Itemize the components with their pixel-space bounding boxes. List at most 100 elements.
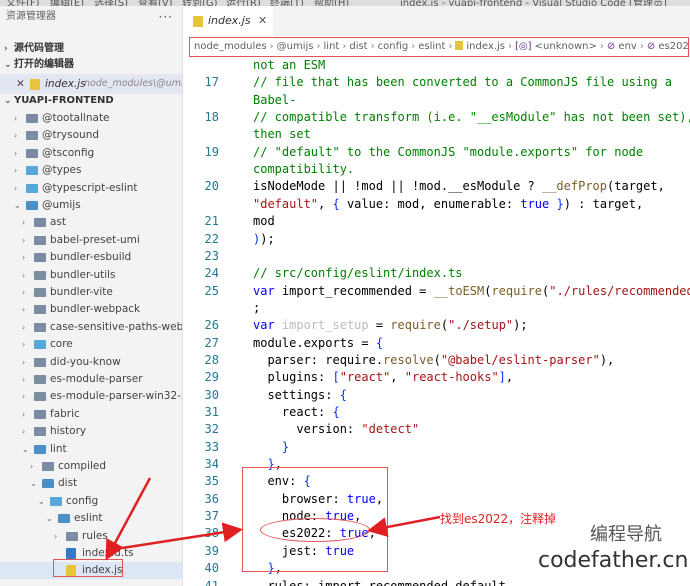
section-project-label: YUAPI-FRONTEND [14, 95, 114, 106]
breadcrumb-item[interactable]: config [378, 41, 409, 52]
chevron-right-icon: › [639, 41, 644, 52]
tree-item[interactable]: › bundler-webpack [0, 301, 182, 318]
tab-index-js[interactable]: index.js ✕ [183, 6, 273, 36]
code-line[interactable]: )); [253, 232, 275, 246]
tree-item[interactable]: › fabric [0, 406, 182, 423]
chevron-down-icon: ⌄ [4, 96, 12, 106]
code-token: { [339, 387, 347, 402]
tree-item[interactable]: ⌄ lint [0, 441, 182, 458]
code-token: "detect" [361, 422, 420, 437]
tree-item[interactable]: › babel-preset-umi [0, 232, 182, 249]
tree-item[interactable]: › @types [0, 162, 182, 179]
code-line[interactable]: var import_recommended = __toESM(require… [253, 284, 690, 298]
tree-item[interactable]: › did-you-know [0, 354, 182, 371]
breadcrumb-item[interactable]: es2022 [658, 41, 688, 52]
section-open-editors[interactable]: ⌄ 打开的编辑器 [0, 56, 182, 74]
tree-item[interactable]: ⌄ eslint [0, 510, 182, 527]
folder-icon [58, 514, 70, 524]
breadcrumb-item[interactable]: index.js [466, 41, 505, 52]
breadcrumb: node_modules › @umijs › lint › dist › config › esl… [189, 37, 689, 57]
breadcrumb-item[interactable]: <unknown> [535, 41, 597, 52]
code-line[interactable]: } [253, 440, 289, 454]
line-number: 26 [204, 318, 219, 333]
close-icon[interactable]: ✕ [16, 74, 25, 94]
breadcrumb-item[interactable]: lint [324, 41, 340, 52]
line-number: 30 [204, 387, 219, 402]
folder-icon [34, 322, 46, 332]
code-token: "react-hooks" [404, 370, 499, 385]
code-line[interactable]: settings: { [253, 388, 347, 402]
tree-item-label: core [50, 338, 73, 351]
breadcrumb-item[interactable]: @umijs [277, 41, 314, 52]
es2022-highlight-ellipse [260, 518, 370, 542]
breadcrumb-item[interactable]: dist [349, 41, 367, 52]
code-line[interactable]: plugins: ["react", "react-hooks"], [253, 370, 513, 384]
code-token: parser: require. [253, 352, 384, 367]
tree-item[interactable]: › bundler-utils [0, 267, 182, 284]
code-line[interactable]: react: { [253, 405, 340, 419]
code-line[interactable]: version: "detect" [253, 422, 419, 436]
line-number: 31 [204, 405, 219, 419]
code-line[interactable]: isNodeMode || !mod || !mod.__esModule ? … [253, 179, 665, 193]
code-token: isNodeMode || !mod || !mod.__esModule ? [253, 179, 542, 194]
more-actions-icon[interactable]: ··· [159, 6, 173, 28]
tree-item-label: history [50, 425, 87, 438]
code-token: ( [433, 352, 441, 367]
tree-item[interactable]: › @typescript-eslint [0, 180, 182, 197]
code-line[interactable]: not an ESM [253, 58, 325, 72]
watermark-url: codefather.cn [538, 548, 689, 573]
breadcrumb-item[interactable]: env [618, 41, 636, 52]
code-line[interactable]: "default", { value: mod, enumerable: tru… [253, 197, 643, 211]
section-project[interactable]: ⌄ YUAPI-FRONTEND [0, 92, 182, 110]
code-line[interactable]: // "default" to the CommonJS "module.exp… [253, 145, 643, 159]
code-line[interactable]: compatibility. [253, 162, 354, 176]
tree-item[interactable]: › case-sensitive-paths-webp... [0, 319, 182, 336]
code-token: compatibility. [253, 162, 355, 177]
tree-item[interactable]: › @tsconfig [0, 145, 182, 162]
code-line[interactable]: var import_setup = require("./setup"); [253, 318, 528, 332]
line-number: 33 [204, 439, 219, 454]
tree-item[interactable]: › rules [0, 528, 182, 545]
code-token: { [375, 335, 384, 350]
code-line[interactable]: // file that has been converted to a Com… [253, 75, 672, 89]
tree-item[interactable]: ⌄ dist [0, 475, 182, 492]
code-line[interactable]: // compatible transform (i.e. "__esModul… [253, 110, 690, 124]
tree-item[interactable]: › @trysound [0, 127, 182, 144]
close-icon[interactable]: ✕ [258, 6, 267, 36]
code-token: { [332, 196, 340, 211]
code-line[interactable]: module.exports = { [253, 336, 383, 350]
code-token: Babel- [253, 92, 297, 107]
code-token: "./rules/recommended" [549, 283, 690, 298]
code-line[interactable]: ; [253, 301, 260, 315]
code-line[interactable]: parser: require.resolve("@babel/eslint-p… [253, 353, 614, 367]
code-line[interactable]: mod [253, 214, 275, 228]
chevron-right-icon: › [411, 41, 416, 52]
tree-item[interactable]: › @tootallnate [0, 110, 182, 127]
line-number: 24 [204, 266, 219, 281]
tree-item-label: bundler-utils [50, 268, 116, 281]
breadcrumb-item[interactable]: node_modules [194, 41, 267, 52]
code-token: value: mod, enumerable: [339, 196, 521, 211]
breadcrumb-item[interactable]: eslint [418, 41, 445, 52]
tree-item[interactable]: › bundler-esbuild [0, 249, 182, 266]
tree-item[interactable]: › compiled [0, 458, 182, 475]
tree-item[interactable]: › ast [0, 214, 182, 231]
code-token: require [390, 318, 441, 333]
explorer-header: 资源管理器 ··· [0, 6, 182, 28]
tree-item-label: bundler-webpack [50, 303, 141, 316]
folder-icon [26, 114, 38, 123]
tree-item[interactable]: › bundler-vite [0, 284, 182, 301]
tree-item[interactable]: › history [0, 423, 182, 440]
tree-item[interactable]: ⌄ config [0, 493, 182, 510]
tree-item[interactable]: › core [0, 336, 182, 353]
tree-item[interactable]: › es-module-parser [0, 371, 182, 388]
code-token: require [491, 283, 543, 298]
tree-item[interactable]: › es-module-parser-win32-x... [0, 388, 182, 405]
code-line[interactable]: rules: import_recommended.default, [253, 579, 513, 586]
open-editor-item[interactable]: ✕ index.js node_modules\@umijs... [0, 74, 182, 94]
code-line[interactable]: Babel- [253, 93, 296, 107]
tree-item[interactable]: ⌄ @umijs [0, 197, 182, 214]
section-scm-label: 源代码管理 [14, 43, 64, 54]
code-line[interactable]: // src/config/eslint/index.ts [253, 266, 463, 280]
code-line[interactable]: then set [253, 127, 311, 141]
